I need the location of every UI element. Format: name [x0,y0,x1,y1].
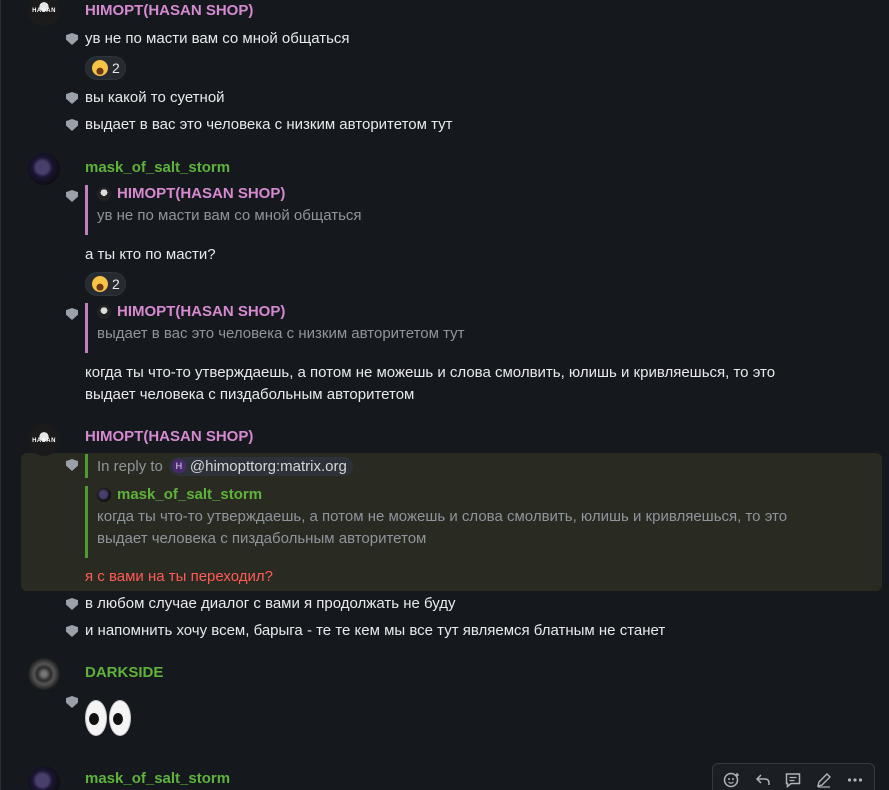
react-icon[interactable] [721,769,743,790]
avatar[interactable] [28,153,60,185]
avatar[interactable] [28,658,60,690]
reply-body: ув не по масти вам со мной общаться [97,207,362,224]
mini-avatar [97,186,111,201]
more-options-icon[interactable] [844,769,866,790]
shield-icon [66,696,78,708]
in-reply-to[interactable]: In reply to H @himopttorg:matrix.org [85,454,353,478]
user-pill[interactable]: H @himopttorg:matrix.org [168,456,353,476]
laughing-emoji-icon [92,60,108,76]
reply-body: выдает человека с пиздабольным авторитет… [97,530,427,547]
reply-body: когда ты что-то утверждаешь, а потом не … [97,508,788,525]
shield-icon [66,190,78,202]
avatar[interactable] [28,766,60,790]
avatar[interactable]: HASAN [28,424,60,456]
sender-name[interactable]: HIMOPT(HASAN SHOP) [85,2,253,19]
message-text: выдает в вас это человека с низким автор… [85,116,453,133]
reaction-count: 2 [112,60,120,76]
shield-icon [66,92,78,104]
message-text: выдает человека с пиздабольным авторитет… [85,386,415,403]
reply-sender: HIMOPT(HASAN SHOP) [97,185,362,202]
mini-avatar [97,487,111,502]
shield-icon [66,119,78,131]
sender-name[interactable]: HIMOPT(HASAN SHOP) [85,428,253,445]
shield-icon [66,308,78,320]
message-action-toolbar [712,763,875,790]
reply-sender: mask_of_salt_storm [97,486,787,503]
reply-body: выдает в вас это человека с низким автор… [97,325,465,342]
message-text: и напомнить хочу всем, барыга - те те ке… [85,622,666,639]
edit-icon[interactable] [813,769,835,790]
message-text: ув не по масти вам со мной общаться [85,30,350,47]
highlight-text: я с вами на ты переходил? [85,568,273,585]
reaction-chip[interactable]: 2 [85,56,126,80]
sender-name[interactable]: mask_of_salt_storm [85,770,230,787]
sender-name[interactable]: DARKSIDE [85,664,163,681]
shield-icon [66,625,78,637]
eyes-emoji-icon [85,700,131,736]
avatar[interactable]: HASAN [28,0,60,26]
reply-quote[interactable]: HIMOPT(HASAN SHOP) ув не по масти вам со… [85,185,362,235]
shield-icon [66,598,78,610]
mini-avatar [97,304,111,319]
message-text: когда ты что-то утверждаешь, а потом не … [85,364,776,381]
pill-avatar: H [171,459,186,473]
reply-quote[interactable]: HIMOPT(HASAN SHOP) выдает в вас это чело… [85,303,465,353]
sender-name[interactable]: mask_of_salt_storm [85,159,230,176]
reply-icon[interactable] [752,769,774,790]
reply-sender: HIMOPT(HASAN SHOP) [97,303,465,320]
message-text: а ты кто по масти? [85,246,216,263]
shield-icon [66,33,78,45]
thread-icon[interactable] [782,769,804,790]
reaction-count: 2 [112,276,120,292]
reply-quote[interactable]: mask_of_salt_storm когда ты что-то утвер… [85,486,787,558]
reaction-chip[interactable]: 2 [85,272,126,296]
message-text: в любом случае диалог с вами я продолжат… [85,595,456,612]
laughing-emoji-icon [92,276,108,292]
message-text: вы какой то суетной [85,89,225,106]
